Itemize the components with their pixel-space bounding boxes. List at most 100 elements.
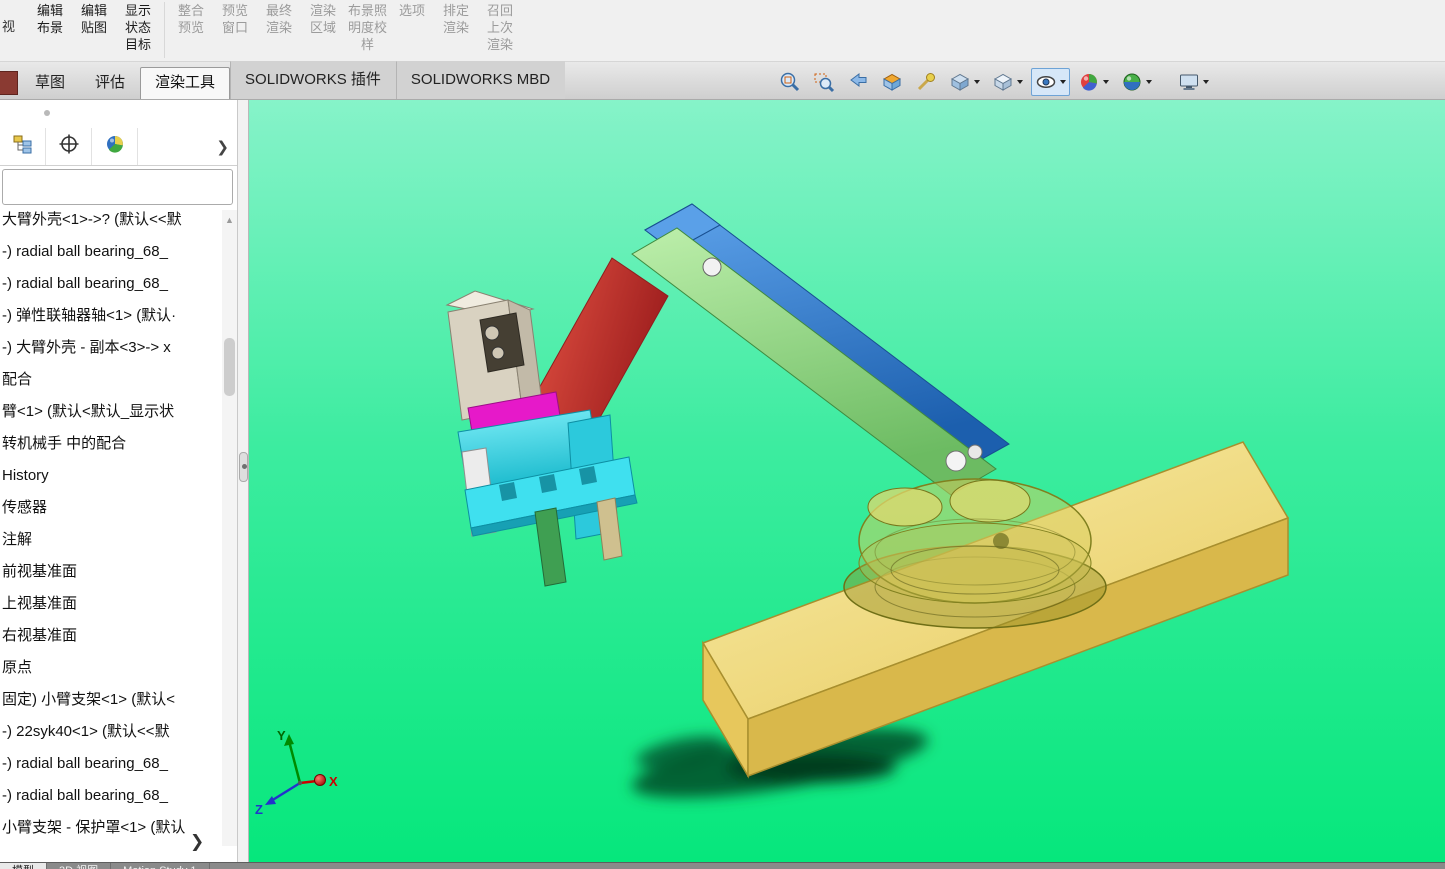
edit-decal-button[interactable]: 编辑 贴图 (72, 0, 116, 36)
section-view-icon (881, 71, 903, 93)
ribbon-render-tools: 视 编辑 布景 编辑 贴图 显示 状态 目标 整合 预览 预览 窗口 最终 渲染… (0, 0, 1445, 62)
tree-item[interactable]: 小臂支架 - 保护罩<1> (默认 (0, 812, 220, 844)
tree-item[interactable]: 右视基准面 (0, 620, 220, 652)
property-manager-icon (58, 133, 80, 160)
tree-item[interactable]: 臂<1> (默认<默认_显示状 (0, 396, 220, 428)
integrated-preview-button[interactable]: 整合 预览 (169, 0, 213, 36)
tree-item[interactable]: 转机械手 中的配合 (0, 428, 220, 460)
previous-view-icon (847, 71, 869, 93)
tab-solidworks-addins[interactable]: SOLIDWORKS 插件 (230, 61, 396, 99)
graphics-viewport[interactable]: Y X Z (249, 100, 1445, 862)
view-settings-icon (1178, 71, 1200, 93)
chevron-down-icon (1103, 80, 1109, 84)
edit-appearance-button[interactable] (1074, 68, 1113, 96)
tree-item[interactable]: -) radial ball bearing_68_ (0, 268, 220, 300)
panel-tab-toolbar: ❯ (0, 128, 237, 166)
chevron-down-icon (1060, 80, 1066, 84)
panel-splitter[interactable] (237, 100, 249, 862)
feature-manager-icon (12, 133, 34, 160)
clipped-tab-icon (0, 71, 18, 95)
tree-item[interactable]: -) radial ball bearing_68_ (0, 236, 220, 268)
triad-y-label: Y (277, 728, 286, 743)
display-style-button[interactable] (988, 68, 1027, 96)
tree-item[interactable]: 固定) 小臂支架<1> (默认< (0, 684, 220, 716)
tab-motion-study[interactable]: Motion Study 1 (111, 863, 210, 869)
panel-scrollbar[interactable]: ▲ (222, 210, 237, 846)
previous-view-button[interactable] (843, 68, 873, 96)
display-manager-icon (104, 133, 126, 160)
tab-model[interactable]: 模型 (0, 863, 47, 869)
apply-scene-button[interactable] (1117, 68, 1156, 96)
heads-up-view-toolbar (775, 66, 1213, 98)
view-orientation-button[interactable] (945, 68, 984, 96)
clipped-ribbon-fragment: 视 (2, 19, 16, 34)
tree-item[interactable]: -) radial ball bearing_68_ (0, 780, 220, 812)
tab-evaluate[interactable]: 评估 (80, 67, 140, 99)
tree-item[interactable]: 原点 (0, 652, 220, 684)
chevron-down-icon (1146, 80, 1152, 84)
preview-window-button[interactable]: 预览 窗口 (213, 0, 257, 36)
display-state-target-button[interactable]: 显示 状态 目标 (116, 0, 160, 53)
tree-item[interactable]: 前视基准面 (0, 556, 220, 588)
tree-item[interactable]: 传感器 (0, 492, 220, 524)
panel-expand-chevron-icon[interactable]: ❯ (190, 832, 204, 852)
reference-triad: Y X Z (255, 728, 338, 817)
ribbon-separator (164, 2, 165, 58)
feature-manager-tab[interactable] (0, 128, 46, 165)
tree-item[interactable]: 注解 (0, 524, 220, 556)
section-view-button[interactable] (877, 68, 907, 96)
turntable-dome[interactable] (858, 478, 1092, 604)
tree-item[interactable]: 上视基准面 (0, 588, 220, 620)
tree-item[interactable]: -) 弹性联轴器轴<1> (默认· (0, 300, 220, 332)
triad-x-label: X (329, 774, 338, 789)
dynamic-annotation-button[interactable] (911, 68, 941, 96)
model-canvas[interactable]: Y X Z (249, 100, 1445, 862)
panel-collapse-dot[interactable] (44, 110, 50, 116)
tab-solidworks-mbd[interactable]: SOLIDWORKS MBD (395, 61, 566, 99)
tree-item[interactable]: History (0, 460, 220, 492)
final-render-button[interactable]: 最终 渲染 (257, 0, 301, 36)
hide-show-items-button[interactable] (1031, 68, 1070, 96)
panel-breadcrumb-box[interactable] (2, 169, 233, 205)
chevron-down-icon (1017, 80, 1023, 84)
edit-scene-button[interactable]: 编辑 布景 (28, 0, 72, 36)
chevron-down-icon (974, 80, 980, 84)
view-orientation-icon (949, 71, 971, 93)
tab-sketch[interactable]: 草图 (20, 67, 80, 99)
tab-render-tools[interactable]: 渲染工具 (140, 67, 231, 99)
command-manager-tabs: 草图 评估 渲染工具 SOLIDWORKS 插件 SOLIDWORKS MBD (0, 61, 1445, 100)
recall-last-render-button[interactable]: 召回 上次 渲染 (478, 0, 522, 53)
feature-tree: 大臂外壳<1>->? (默认<<默 -) radial ball bearing… (0, 204, 220, 844)
tab-3d-views[interactable]: 3D 视图 (47, 863, 112, 869)
hide-show-items-icon (1035, 71, 1057, 93)
schedule-render-button[interactable]: 排定 渲染 (434, 0, 478, 36)
display-manager-tab[interactable] (92, 128, 138, 165)
zoom-area-icon (813, 71, 835, 93)
scene-illumination-proof-button[interactable]: 布景照 明度校 样 (345, 0, 390, 53)
scrollbar-thumb[interactable] (224, 338, 235, 396)
zoom-fit-button[interactable] (775, 68, 805, 96)
property-manager-tab[interactable] (46, 128, 92, 165)
tree-item[interactable]: -) 22syk40<1> (默认<<默 (0, 716, 220, 748)
solidworks-window: 视 编辑 布景 编辑 贴图 显示 状态 目标 整合 预览 预览 窗口 最终 渲染… (0, 0, 1445, 869)
splitter-handle[interactable] (239, 452, 248, 482)
options-button[interactable]: 选项 (390, 0, 434, 19)
feature-manager-panel: ❯ 大臂外壳<1>->? (默认<<默 -) radial ball beari… (0, 100, 237, 862)
document-tabs-bar: 模型 3D 视图 Motion Study 1 (0, 862, 1445, 869)
tree-item[interactable]: -) 大臂外壳 - 副本<3>-> x (0, 332, 220, 364)
scroll-up-icon[interactable]: ▲ (222, 212, 237, 228)
apply-scene-icon (1121, 71, 1143, 93)
robot-arm[interactable] (631, 203, 1010, 496)
main-area: ❯ 大臂外壳<1>->? (默认<<默 -) radial ball beari… (0, 100, 1445, 862)
tree-item[interactable]: 配合 (0, 364, 220, 396)
triad-z-label: Z (255, 802, 263, 817)
chevron-down-icon (1203, 80, 1209, 84)
tree-item[interactable]: 大臂外壳<1>->? (默认<<默 (0, 204, 220, 236)
view-settings-button[interactable] (1174, 68, 1213, 96)
panel-flyout-chevron-icon[interactable]: ❯ (216, 138, 229, 156)
zoom-area-button[interactable] (809, 68, 839, 96)
tree-item[interactable]: -) radial ball bearing_68_ (0, 748, 220, 780)
edit-appearance-icon (1078, 71, 1100, 93)
render-region-button[interactable]: 渲染 区域 (301, 0, 345, 36)
zoom-fit-icon (779, 71, 801, 93)
